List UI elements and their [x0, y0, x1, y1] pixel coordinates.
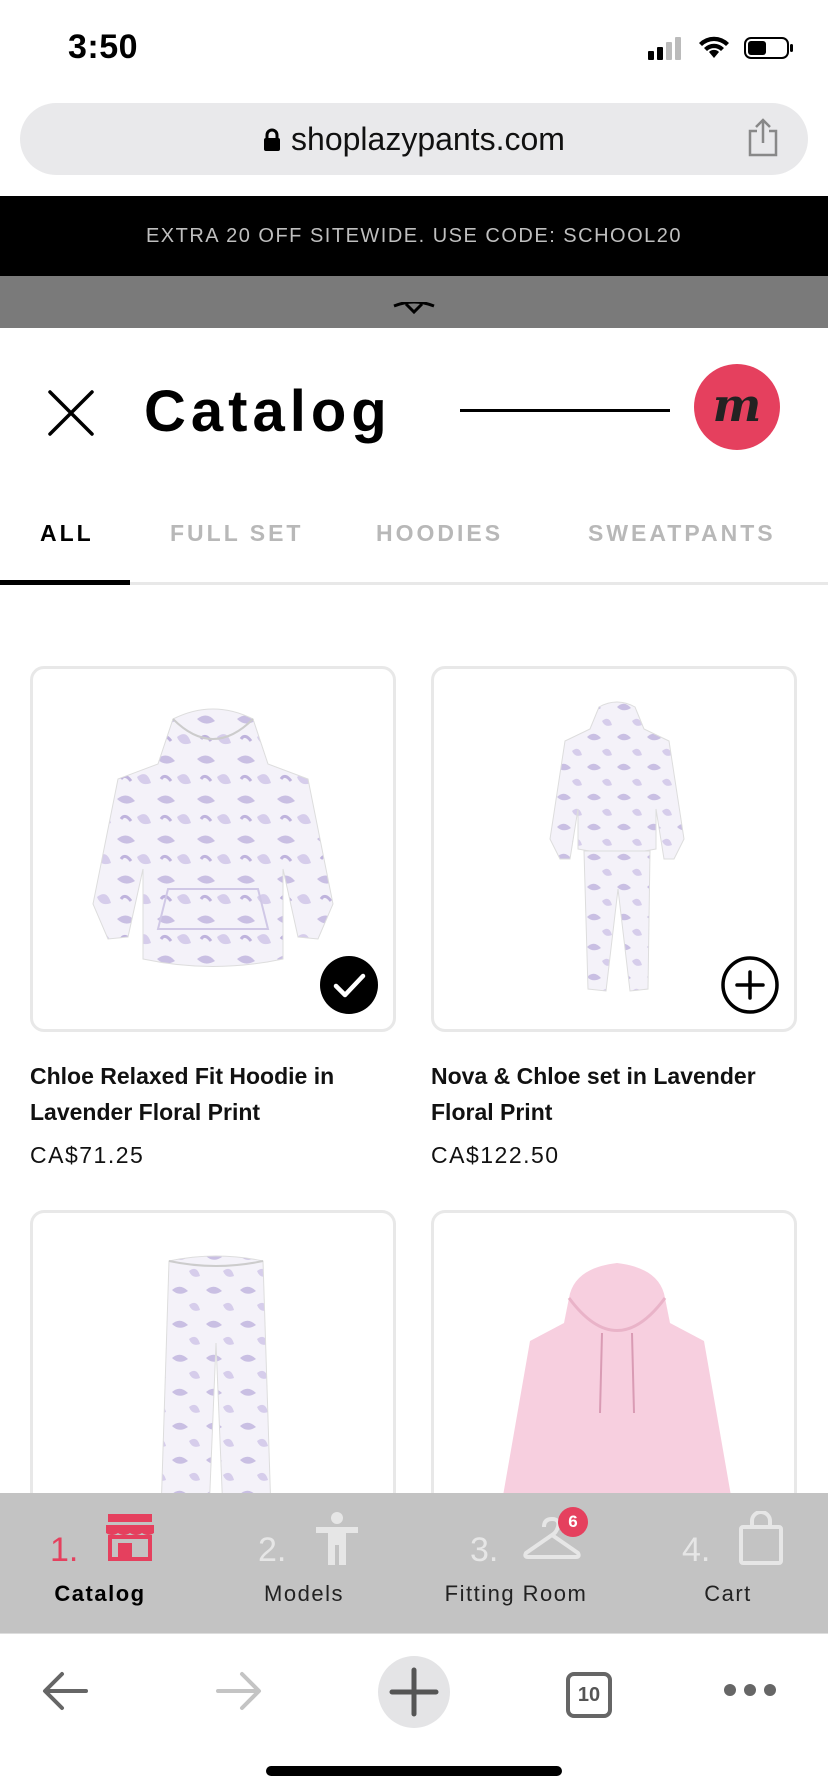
product-image-pink-hoodie [500, 1263, 734, 1510]
tab-full-set[interactable]: FULL SET [170, 520, 303, 547]
url-bar[interactable]: shoplazypants.com [20, 103, 808, 175]
step-label: Cart [704, 1581, 752, 1606]
step-number: 1. [50, 1531, 79, 1569]
new-tab-plus-icon [389, 1667, 439, 1717]
brand-logo[interactable]: m [694, 364, 780, 450]
back-arrow-icon[interactable] [38, 1664, 92, 1718]
fitting-room-badge: 6 [558, 1507, 588, 1537]
promo-banner: EXTRA 20 OFF SITEWIDE. USE CODE: SCHOOL2… [0, 196, 828, 276]
chevron-down-icon [393, 302, 435, 315]
home-indicator[interactable] [266, 1766, 562, 1776]
wizard-step-catalog[interactable]: 1. Catalog [0, 1493, 200, 1633]
wizard-step-fitting-room[interactable]: 3. 6 Fitting Room [416, 1493, 616, 1633]
category-tabs: ALL FULL SET HOODIES SWEATPANTS [0, 500, 828, 586]
battery-icon [744, 37, 793, 59]
cellular-signal-icon [648, 37, 681, 60]
step-number: 4. [682, 1531, 711, 1569]
shopping-bag-icon [739, 1511, 783, 1565]
header-divider [460, 409, 670, 412]
share-icon[interactable] [746, 117, 780, 157]
tab-all[interactable]: ALL [40, 520, 94, 547]
wifi-icon [699, 36, 729, 58]
url-text: shoplazypants.com [291, 121, 565, 157]
product-price: CA$71.25 [30, 1142, 145, 1168]
active-tab-indicator [0, 580, 130, 585]
store-icon [106, 1514, 154, 1561]
step-number: 2. [258, 1531, 287, 1569]
product-price: CA$122.50 [431, 1142, 560, 1168]
tab-hoodies[interactable]: HOODIES [376, 520, 503, 547]
product-name[interactable]: Chloe Relaxed Fit Hoodie in Lavender Flo… [30, 1058, 400, 1130]
product-image-sweatpants [160, 1255, 272, 1510]
step-label: Catalog [54, 1581, 146, 1606]
wizard-step-cart[interactable]: 4. Cart [628, 1493, 828, 1633]
wizard-bar: 1. Catalog 2. Models 3. 6 Fitting Room 4… [0, 1493, 828, 1633]
product-card[interactable] [431, 1210, 797, 1510]
person-icon [316, 1512, 358, 1565]
status-time: 3:50 [68, 28, 139, 66]
tabs-icon[interactable]: 10 [566, 1672, 612, 1718]
status-icons [648, 36, 794, 60]
collapse-handle[interactable] [0, 276, 828, 328]
wizard-step-models[interactable]: 2. Models [204, 1493, 404, 1633]
product-name[interactable]: Nova & Chloe set in Lavender Floral Prin… [431, 1058, 801, 1130]
step-label: Fitting Room [444, 1581, 588, 1606]
plus-circle-icon[interactable] [720, 955, 780, 1015]
product-card[interactable] [431, 666, 797, 1032]
tab-sweatpants[interactable]: SWEATPANTS [588, 520, 776, 547]
product-card[interactable] [30, 666, 396, 1032]
step-number: 3. [470, 1531, 499, 1569]
more-icon[interactable] [722, 1682, 778, 1698]
forward-arrow-icon[interactable] [212, 1664, 266, 1718]
lock-icon [264, 128, 281, 151]
new-tab-button[interactable] [378, 1656, 450, 1728]
status-bar: 3:50 [0, 0, 828, 100]
page-title: Catalog [144, 379, 392, 444]
close-icon[interactable] [44, 386, 98, 440]
checkmark-icon[interactable] [319, 955, 379, 1015]
step-label: Models [264, 1581, 344, 1606]
product-card[interactable] [30, 1210, 396, 1510]
